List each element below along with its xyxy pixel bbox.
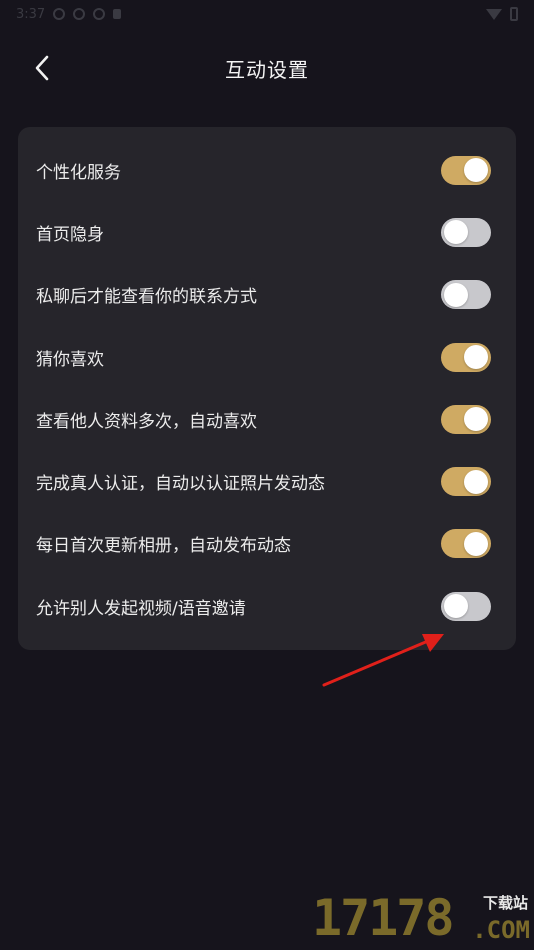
toggle-knob (464, 407, 488, 432)
notification-icon (53, 8, 66, 20)
status-right (486, 7, 518, 21)
notification-icon (93, 8, 106, 20)
setting-toggle[interactable] (441, 591, 491, 621)
wifi-icon (486, 8, 502, 20)
toggle-knob (464, 158, 488, 183)
watermark-number: 17178 (312, 889, 455, 947)
setting-row: 完成真人认证，自动以认证照片发动态 (18, 450, 516, 512)
watermark-domain: .COM (472, 916, 530, 944)
setting-toggle[interactable] (441, 467, 491, 497)
setting-toggle[interactable] (441, 155, 491, 185)
setting-row: 私聊后才能查看你的联系方式 (18, 264, 516, 326)
toggle-knob (464, 469, 488, 494)
setting-label: 首页隐身 (36, 224, 104, 245)
setting-row: 首页隐身 (18, 201, 516, 263)
setting-label: 允许别人发起视频/语音邀请 (36, 598, 246, 619)
toggle-knob (464, 345, 488, 370)
setting-label: 每日首次更新相册，自动发布动态 (36, 536, 291, 557)
header: 互动设置 (0, 42, 534, 94)
setting-toggle[interactable] (441, 529, 491, 559)
toggle-knob (444, 594, 468, 619)
battery-icon (510, 7, 518, 21)
toggle-knob (464, 531, 488, 556)
setting-toggle[interactable] (441, 280, 491, 310)
setting-label: 私聊后才能查看你的联系方式 (36, 287, 257, 308)
page-title: 互动设置 (225, 58, 309, 82)
setting-row: 个性化服务 (18, 139, 516, 201)
setting-label: 个性化服务 (36, 162, 121, 183)
screen: 3:37 互动设置 个性化服务 首页隐身 私聊后才能查看你的联系方式 猜你喜欢 … (0, 0, 534, 950)
setting-label: 查看他人资料多次，自动喜欢 (36, 411, 257, 432)
setting-row: 允许别人发起视频/语音邀请 (18, 575, 516, 637)
setting-toggle[interactable] (441, 217, 491, 247)
setting-label: 完成真人认证，自动以认证照片发动态 (36, 474, 325, 495)
status-left: 3:37 (16, 6, 122, 22)
setting-row: 每日首次更新相册，自动发布动态 (18, 513, 516, 575)
watermark-site: 下载站 (482, 894, 528, 912)
status-bar: 3:37 (0, 0, 534, 28)
setting-label: 猜你喜欢 (36, 349, 104, 370)
toggle-knob (444, 220, 468, 245)
settings-card: 个性化服务 首页隐身 私聊后才能查看你的联系方式 猜你喜欢 查看他人资料多次，自… (18, 127, 516, 650)
toggle-knob (444, 282, 468, 307)
setting-toggle[interactable] (441, 404, 491, 434)
status-time: 3:37 (16, 6, 46, 22)
watermark-logo: 17178 下载站 .COM (310, 888, 532, 948)
notification-icon (113, 9, 122, 19)
notification-icon (73, 8, 86, 20)
setting-row: 猜你喜欢 (18, 326, 516, 388)
setting-row: 查看他人资料多次，自动喜欢 (18, 388, 516, 450)
setting-toggle[interactable] (441, 342, 491, 372)
